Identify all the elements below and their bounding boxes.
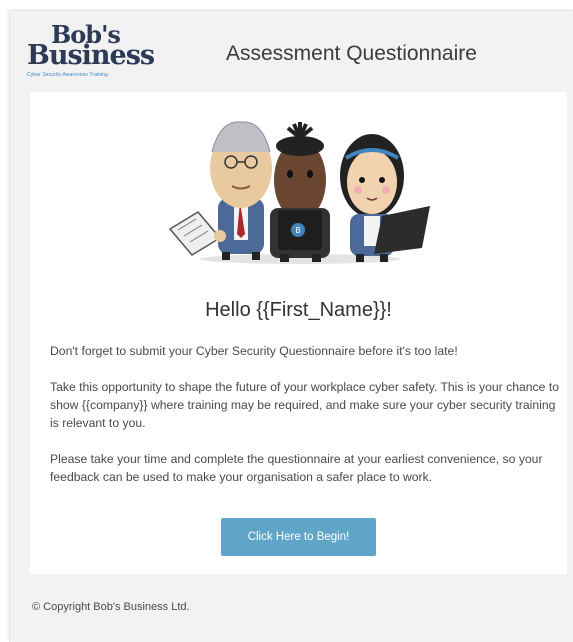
- convenience-paragraph: Please take your time and complete the q…: [50, 452, 543, 484]
- page-title: Assessment Questionnaire: [226, 42, 477, 65]
- logo-tagline: Cyber Security Awareness Training: [27, 72, 109, 78]
- girl-character-icon: [340, 134, 430, 262]
- three-characters-illustration: B: [168, 121, 430, 264]
- svg-text:B: B: [295, 226, 300, 235]
- opportunity-paragraph: Take this opportunity to shape the futur…: [50, 380, 559, 430]
- man-character-icon: [168, 121, 272, 260]
- reminder-paragraph: Don't forget to submit your Cyber Securi…: [50, 344, 458, 358]
- begin-button[interactable]: Click Here to Begin!: [221, 518, 376, 556]
- greeting-heading: Hello {{First_Name}}!: [205, 299, 392, 321]
- email-frame: Bob's Business Cyber Security Awareness …: [9, 10, 573, 642]
- copyright-footer: © Copyright Bob's Business Ltd.: [32, 601, 190, 613]
- email-header: Bob's Business Cyber Security Awareness …: [10, 11, 573, 91]
- bobs-business-logo: Bob's Business Cyber Security Awareness …: [27, 23, 167, 83]
- woman-character-icon: B: [270, 122, 330, 262]
- logo-line2: Business: [27, 40, 155, 71]
- email-card: B Hello {{First_Name}}! Don't forget to …: [30, 92, 567, 574]
